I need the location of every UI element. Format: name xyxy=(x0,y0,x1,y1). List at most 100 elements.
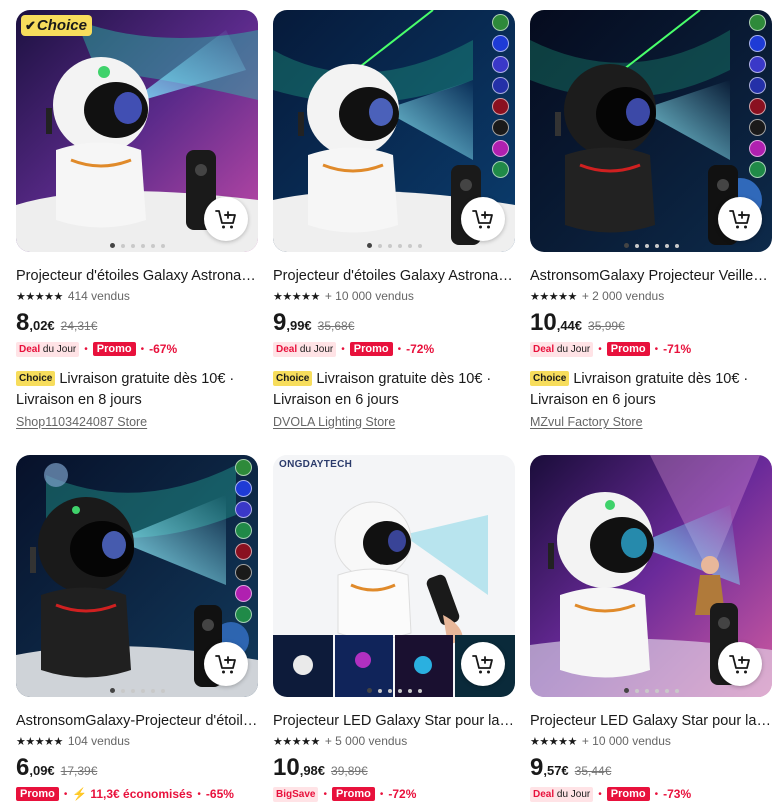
bigsave-badge: BigSave xyxy=(273,786,319,802)
star-icon: ★★★★★ xyxy=(16,290,63,303)
promo-row: Promo • ⚡ 11,3€ économisés • -65% xyxy=(16,785,258,803)
price-integer: 9 xyxy=(530,754,544,781)
promo-row: Deal du Jour • Promo • -67% xyxy=(16,340,258,358)
product-image[interactable] xyxy=(16,455,258,697)
star-icon: ★★★★★ xyxy=(530,290,577,303)
original-price: 35,99€ xyxy=(588,319,625,333)
shipping-info: Choice Livraison gratuite dès 10€ · Livra… xyxy=(273,368,515,411)
product-card[interactable]: Projecteur LED Galaxy Star pour la maiso… xyxy=(530,455,772,803)
product-title[interactable]: Projecteur d'étoiles Galaxy Astronaute L… xyxy=(273,267,515,285)
product-grid: ✔ Choice Projecteur d'étoiles Galaxy Ast… xyxy=(0,0,782,808)
promo-row: BigSave • Promo • -72% xyxy=(273,785,515,803)
product-card[interactable]: ✔ Choice Projecteur d'étoiles Galaxy Ast… xyxy=(16,10,258,429)
promo-row: Deal du Jour • Promo • -71% xyxy=(530,340,772,358)
star-icon: ★★★★★ xyxy=(273,290,320,303)
add-to-cart-icon xyxy=(472,210,493,229)
sold-count: + 10 000 vendus xyxy=(324,289,414,303)
image-pagination[interactable] xyxy=(273,243,515,248)
deal-du-jour-badge: Deal du Jour xyxy=(530,341,594,357)
image-pagination[interactable] xyxy=(530,243,772,248)
image-pagination[interactable] xyxy=(16,688,258,693)
star-icon: ★★★★★ xyxy=(16,735,63,748)
product-title[interactable]: Projecteur d'étoiles Galaxy Astronaute L… xyxy=(16,267,258,285)
promo-badge: Promo xyxy=(92,342,136,356)
store-link[interactable]: Shop1103424087 Store xyxy=(16,415,258,429)
price-decimal: ,57€ xyxy=(543,763,569,778)
price-integer: 6 xyxy=(16,754,30,781)
rating-row: ★★★★★ + 10 000 vendus xyxy=(273,288,515,304)
choice-badge: Choice xyxy=(16,371,56,386)
price: 10 ,98€ 39,89€ xyxy=(273,754,515,782)
original-price: 39,89€ xyxy=(331,764,368,778)
deal-du-jour-badge: Deal du Jour xyxy=(530,786,594,802)
deal-du-jour-badge: Deal du Jour xyxy=(16,341,80,357)
store-link[interactable]: DVOLA Lighting Store xyxy=(273,415,515,429)
image-pagination[interactable] xyxy=(16,243,258,248)
product-image[interactable] xyxy=(530,455,772,697)
price-decimal: ,02€ xyxy=(29,318,55,333)
original-price: 17,39€ xyxy=(60,764,98,778)
original-price: 24,31€ xyxy=(60,319,98,333)
discount-percent: -72% xyxy=(388,787,417,801)
promo-badge: Promo xyxy=(606,787,650,801)
discount-percent: -65% xyxy=(205,787,234,801)
product-title[interactable]: AstronsomGalaxy-Projecteur d'étoiles xyxy=(16,712,258,730)
add-to-cart-icon xyxy=(472,655,493,674)
price-decimal: ,99€ xyxy=(286,318,312,333)
add-to-cart-button[interactable] xyxy=(204,197,248,241)
color-swatches[interactable] xyxy=(492,14,509,178)
sold-count: + 10 000 vendus xyxy=(581,734,671,748)
price-integer: 10 xyxy=(530,309,557,336)
promo-badge: Promo xyxy=(349,342,393,356)
product-image[interactable]: ✔ Choice xyxy=(16,10,258,252)
product-card[interactable]: ONGDAYTECH Projecteur LED Galaxy Star po… xyxy=(273,455,515,803)
price: 9 ,99€ 35,68€ xyxy=(273,309,515,337)
promo-row: Deal du Jour • Promo • -73% xyxy=(530,785,772,803)
add-to-cart-icon xyxy=(729,210,750,229)
rating-row: ★★★★★ + 2 000 vendus xyxy=(530,288,772,304)
star-icon: ★★★★★ xyxy=(530,735,577,748)
color-swatches[interactable] xyxy=(749,14,766,178)
product-title[interactable]: Projecteur LED Galaxy Star pour la maiso… xyxy=(530,712,772,730)
price-decimal: ,44€ xyxy=(556,318,583,333)
price: 6 ,09€ 17,39€ xyxy=(16,754,258,782)
promo-badge: Promo xyxy=(606,342,650,356)
sold-count: 414 vendus xyxy=(67,289,130,303)
savings-text: 11,3€ économisés xyxy=(90,787,193,801)
rating-row: ★★★★★ 414 vendus xyxy=(16,288,258,304)
lightning-icon: ⚡ xyxy=(72,787,88,801)
promo-row: Deal du Jour • Promo • -72% xyxy=(273,340,515,358)
choice-badge: Choice xyxy=(530,371,570,386)
image-pagination[interactable] xyxy=(273,688,515,693)
product-image[interactable]: ONGDAYTECH xyxy=(273,455,515,697)
shipping-info: Choice Livraison gratuite dès 10€ · Livra… xyxy=(530,368,772,411)
check-icon: ✔ xyxy=(25,17,36,33)
product-image[interactable] xyxy=(273,10,515,252)
rating-row: ★★★★★ 104 vendus xyxy=(16,733,258,749)
product-title[interactable]: Projecteur LED Galaxy Star pour la maiso… xyxy=(273,712,515,730)
add-to-cart-button[interactable] xyxy=(461,642,505,686)
promo-badge: Promo xyxy=(331,787,375,801)
deal-du-jour-badge: Deal du Jour xyxy=(273,341,337,357)
product-card[interactable]: AstronsomGalaxy-Projecteur d'étoiles ★★★… xyxy=(16,455,258,803)
product-card[interactable]: AstronsomGalaxy Projecteur Veilleuse ★★★… xyxy=(530,10,772,429)
price: 10 ,44€ 35,99€ xyxy=(530,309,772,337)
color-swatches[interactable] xyxy=(235,459,252,623)
product-image[interactable] xyxy=(530,10,772,252)
price: 9 ,57€ 35,44€ xyxy=(530,754,772,782)
original-price: 35,68€ xyxy=(317,319,355,333)
product-card[interactable]: Projecteur d'étoiles Galaxy Astronaute L… xyxy=(273,10,515,429)
price-decimal: ,98€ xyxy=(299,763,326,778)
price-integer: 9 xyxy=(273,309,287,336)
store-link[interactable]: MZvul Factory Store xyxy=(530,415,772,429)
choice-badge-label: Choice xyxy=(36,17,87,34)
original-price: 35,44€ xyxy=(574,764,612,778)
product-title[interactable]: AstronsomGalaxy Projecteur Veilleuse xyxy=(530,267,772,285)
choice-badge: ✔ Choice xyxy=(21,15,92,36)
add-to-cart-button[interactable] xyxy=(204,642,248,686)
add-to-cart-button[interactable] xyxy=(461,197,505,241)
add-to-cart-button[interactable] xyxy=(718,197,762,241)
discount-percent: -71% xyxy=(663,342,692,356)
add-to-cart-button[interactable] xyxy=(718,642,762,686)
image-pagination[interactable] xyxy=(530,688,772,693)
